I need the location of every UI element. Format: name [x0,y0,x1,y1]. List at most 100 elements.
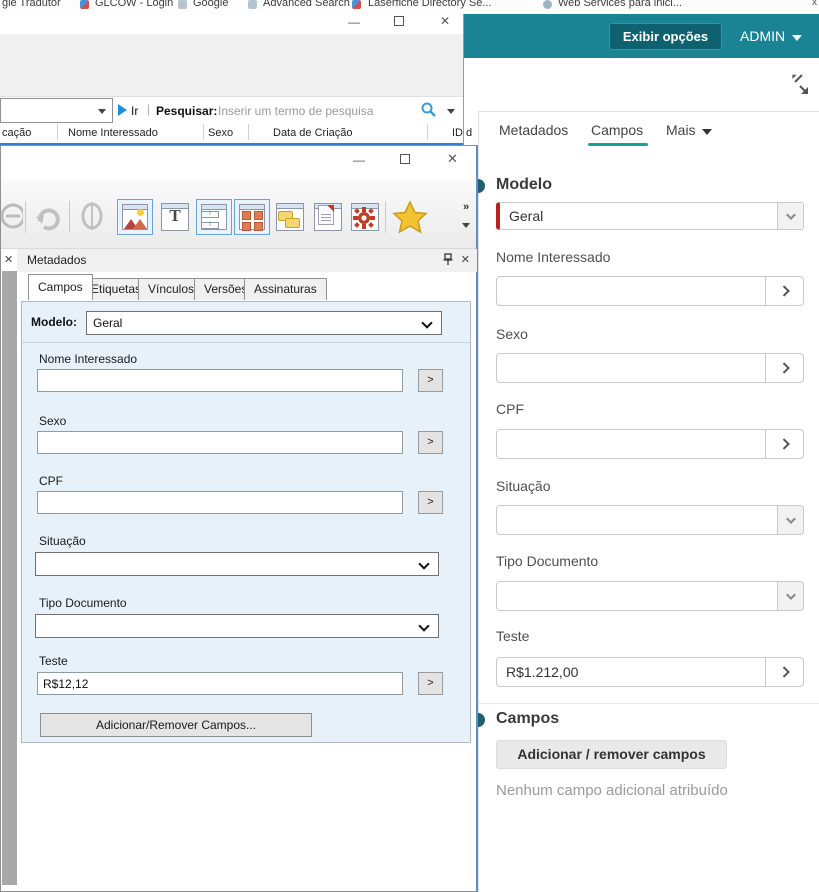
field-text-input[interactable] [37,431,403,454]
no-additional-fields-text: Nenhum campo adicional atribuído [496,782,728,799]
toolbar-separator [25,201,26,233]
field-label: Teste [496,628,529,644]
expand-fullscreen-icon[interactable] [789,72,813,98]
bookmark-favicon [80,0,89,9]
field-text-input[interactable] [497,277,765,305]
close-icon[interactable]: ✕ [440,15,450,27]
bookmark-item[interactable]: Web Services para inici... [558,0,682,9]
column-header[interactable]: ID d [452,127,472,139]
bookmark-item[interactable]: Google [193,0,228,9]
column-divider[interactable] [57,124,58,140]
remove-icon[interactable] [0,199,25,235]
pin-icon[interactable] [443,253,453,266]
chevron-down-icon [421,317,432,328]
annotations-icon[interactable] [272,199,308,235]
select-arrow-button[interactable] [777,203,803,229]
search-icon[interactable] [420,101,438,119]
exibir-opcoes-button[interactable]: Exibir opções [609,23,722,50]
window-titlebar[interactable]: — ✕ [0,14,463,34]
search-options-chevron-icon[interactable] [447,109,455,114]
bookmark-item[interactable]: Laserfiche Directory Se... [368,0,492,9]
close-icon[interactable]: x [812,0,817,8]
column-header[interactable]: Data de Criação [273,127,353,139]
bookmark-item[interactable]: gle Tradutor [2,0,61,9]
column-header[interactable]: Nome Interessado [68,127,158,139]
field-text-input[interactable] [497,658,765,686]
field-input[interactable] [496,429,804,459]
minimize-icon[interactable]: — [348,16,360,28]
fit-page-icon[interactable] [75,199,111,235]
field-input[interactable] [496,657,804,687]
field-text-input[interactable] [497,354,765,382]
bookmark-item[interactable]: Advanced Search [263,0,350,9]
settings-gear-icon[interactable] [347,199,383,235]
go-play-icon[interactable] [118,104,127,116]
field-go-button[interactable]: > [418,491,443,514]
maximize-icon[interactable] [400,154,410,164]
minimize-icon[interactable]: — [353,154,365,166]
text-view-icon[interactable]: T [157,199,193,235]
field-label: Nome Interessado [496,249,610,265]
chevron-right-icon [778,438,789,449]
bookmark-item[interactable]: GLCOW - Login [95,0,173,9]
field-label: CPF [39,474,63,488]
field-input[interactable] [496,276,804,306]
field-text-input[interactable] [37,491,403,514]
scope-combobox[interactable] [0,98,113,123]
add-remove-fields-button[interactable]: Adicionar / remover campos [496,740,727,769]
field-text-input[interactable] [37,369,403,392]
field-go-button[interactable] [765,354,803,382]
select-arrow-button[interactable] [777,506,803,534]
column-divider[interactable] [427,124,428,140]
field-go-button[interactable] [765,277,803,305]
close-icon[interactable]: ✕ [447,153,458,165]
redo-icon[interactable] [32,199,68,235]
form-divider [22,342,470,343]
column-header[interactable]: cação [2,127,31,139]
field-input[interactable] [496,353,804,383]
repository-window: — ✕ Ir | Pesquisar: cação Nome Interessa… [0,14,464,145]
fields-view-icon[interactable]: II [196,199,232,235]
field-go-button[interactable]: > [418,369,443,392]
chevron-right-icon [778,362,789,373]
tab-assinaturas[interactable]: Assinaturas [244,278,327,300]
field-select[interactable] [496,505,804,535]
admin-user-menu[interactable]: ADMIN [740,28,802,44]
search-input[interactable] [218,100,414,122]
column-header[interactable]: Sexo [208,127,233,139]
field-text-input[interactable] [37,672,403,695]
field-select[interactable] [496,581,804,611]
field-go-button[interactable]: > [418,431,443,454]
tab-campos[interactable]: Campos [591,122,643,138]
field-select[interactable] [35,614,439,638]
column-divider[interactable] [248,124,249,140]
tab-mais[interactable]: Mais [666,122,712,138]
bookmark-favicon [178,0,187,9]
modelo-select[interactable]: Geral [496,202,804,230]
maximize-icon[interactable] [394,16,404,26]
close-icon[interactable]: ✕ [4,253,13,266]
thumbnails-view-icon[interactable] [234,199,270,235]
close-icon[interactable]: ✕ [461,253,470,266]
field-text-input[interactable] [497,430,765,458]
metadata-form: Modelo: Geral Nome Interessado>Sexo>CPF>… [21,301,471,743]
column-divider[interactable] [203,124,204,140]
document-icon[interactable] [310,199,346,235]
add-remove-fields-button[interactable]: Adicionar/Remover Campos... [40,713,312,737]
field-go-button[interactable] [765,658,803,686]
campos-heading: Campos [496,710,559,728]
window-titlebar[interactable]: — ✕ [1,146,476,179]
image-view-icon[interactable] [117,199,153,235]
toolbar-overflow-button[interactable]: » [462,201,470,231]
tab-metadados[interactable]: Metadados [499,122,568,138]
field-select[interactable] [35,552,439,576]
tab-campos[interactable]: Campos [28,274,93,300]
star-icon[interactable] [392,199,428,235]
modelo-select[interactable]: Geral [86,311,442,335]
select-arrow-button[interactable] [777,582,803,610]
go-button[interactable]: Ir [131,104,138,118]
modelo-select-value: Geral [93,316,122,330]
modelo-select-value: Geral [509,208,543,224]
field-go-button[interactable] [765,430,803,458]
field-go-button[interactable]: > [418,672,443,695]
